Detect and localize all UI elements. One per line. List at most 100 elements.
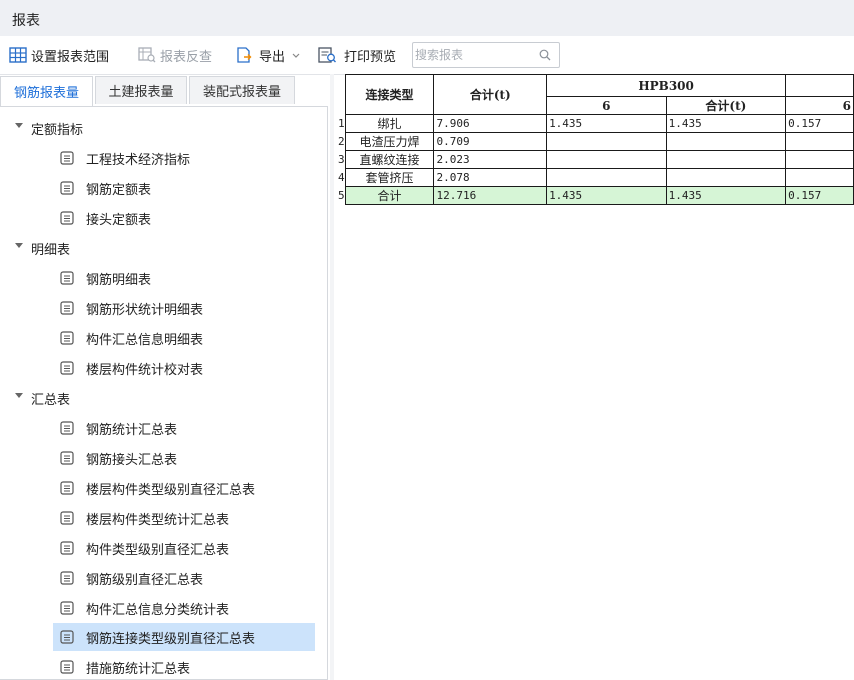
export-button[interactable]: 导出 bbox=[235, 36, 305, 74]
search-icon[interactable] bbox=[539, 49, 551, 61]
set-report-range-button[interactable]: 设置报表范围 bbox=[9, 36, 109, 74]
report-tree: 定额指标 工程技术经济指标 钢筋定额表 接头定额表 明细表 钢筋明细表 钢筋形状… bbox=[0, 106, 328, 680]
tree-item[interactable]: 构件类型级别直径汇总表 bbox=[0, 534, 326, 562]
tree-item-label: 楼层构件类型级别直径汇总表 bbox=[86, 482, 256, 498]
list-doc-icon bbox=[60, 511, 74, 525]
table-row[interactable]: 3 直螺纹连接 2.023 bbox=[336, 150, 854, 169]
tree-item-label: 钢筋统计汇总表 bbox=[86, 422, 178, 438]
caret-down-icon[interactable] bbox=[15, 243, 23, 248]
cell-hpb300-total[interactable] bbox=[665, 168, 787, 187]
header-connection-type: 连接类型 bbox=[344, 74, 435, 115]
cell-next-6[interactable] bbox=[785, 150, 854, 169]
cell-hpb300-6[interactable]: 1.435 bbox=[546, 186, 667, 205]
cell-hpb300-6[interactable]: 1.435 bbox=[546, 114, 667, 133]
tree-item[interactable]: 钢筋形状统计明细表 bbox=[0, 294, 326, 322]
report-table: 连接类型 合计(t) HPB300 6 合计(t) 6 1 绑扎 7.906 1… bbox=[336, 74, 854, 205]
header-next-group bbox=[785, 74, 854, 97]
print-preview-button[interactable]: 打印预览 bbox=[318, 36, 396, 74]
cell-hpb300-total[interactable]: 1.435 bbox=[665, 114, 787, 133]
header-diameter-6-next: 6 bbox=[785, 96, 854, 115]
cell-next-6[interactable]: 0.157 bbox=[785, 114, 854, 133]
title-bar: 报表 bbox=[0, 0, 854, 37]
grid-icon bbox=[9, 47, 27, 63]
tree-item-label: 钢筋定额表 bbox=[86, 182, 152, 198]
tab-rebar-report[interactable]: 钢筋报表量 bbox=[0, 76, 93, 106]
cell-total[interactable]: 12.716 bbox=[433, 186, 548, 205]
report-grid: 连接类型 合计(t) HPB300 6 合计(t) 6 1 绑扎 7.906 1… bbox=[336, 74, 854, 205]
panel-splitter[interactable] bbox=[330, 74, 334, 680]
tree-item[interactable]: 构件汇总信息明细表 bbox=[0, 324, 326, 352]
tree-item[interactable]: 构件汇总信息分类统计表 bbox=[0, 594, 326, 622]
tree-item[interactable]: 楼层构件统计校对表 bbox=[0, 354, 326, 382]
tree-item-selected[interactable]: 钢筋连接类型级别直径汇总表 bbox=[53, 623, 315, 651]
cell-hpb300-total[interactable] bbox=[665, 132, 787, 151]
tree-item[interactable]: 钢筋级别直径汇总表 bbox=[0, 564, 326, 592]
cell-total[interactable]: 2.023 bbox=[433, 150, 548, 169]
tree-item[interactable]: 楼层构件类型级别直径汇总表 bbox=[0, 474, 326, 502]
tree-item[interactable]: 工程技术经济指标 bbox=[0, 144, 326, 172]
cell-total[interactable]: 0.709 bbox=[433, 132, 548, 151]
table-total-row[interactable]: 5 合计 12.716 1.435 1.435 0.157 bbox=[336, 186, 854, 205]
caret-down-icon[interactable] bbox=[15, 123, 23, 128]
table-row[interactable]: 4 套管挤压 2.078 bbox=[336, 168, 854, 187]
cell-connection-type[interactable]: 套管挤压 bbox=[344, 168, 435, 187]
list-doc-icon bbox=[60, 451, 74, 465]
list-doc-icon bbox=[60, 481, 74, 495]
tree-item[interactable]: 楼层构件类型统计汇总表 bbox=[0, 504, 326, 532]
cell-connection-type[interactable]: 合计 bbox=[344, 186, 435, 205]
report-reverse-check-button[interactable]: 报表反查 bbox=[138, 36, 212, 74]
tree-item[interactable]: 接头定额表 bbox=[0, 204, 326, 232]
tree-item[interactable]: 钢筋定额表 bbox=[0, 174, 326, 202]
tree-group-quota-indicators[interactable]: 定额指标 bbox=[0, 114, 326, 142]
cell-connection-type[interactable]: 直螺纹连接 bbox=[344, 150, 435, 169]
list-doc-icon bbox=[60, 630, 74, 644]
table-row[interactable]: 2 电渣压力焊 0.709 bbox=[336, 132, 854, 151]
tree-item-label: 楼层构件类型统计汇总表 bbox=[86, 512, 230, 528]
tab-civil-report[interactable]: 土建报表量 bbox=[95, 76, 187, 104]
list-doc-icon bbox=[60, 571, 74, 585]
cell-connection-type[interactable]: 绑扎 bbox=[344, 114, 435, 133]
tree-item[interactable]: 钢筋统计汇总表 bbox=[0, 414, 326, 442]
report-search-input[interactable] bbox=[415, 45, 527, 65]
report-type-tabs: 钢筋报表量 土建报表量 装配式报表量 bbox=[0, 76, 330, 106]
cell-connection-type[interactable]: 电渣压力焊 bbox=[344, 132, 435, 151]
cell-hpb300-6[interactable] bbox=[546, 132, 667, 151]
row-number: 2 bbox=[336, 132, 346, 151]
list-doc-icon bbox=[60, 421, 74, 435]
report-reverse-check-label: 报表反查 bbox=[160, 49, 213, 65]
tree-item-label: 构件汇总信息明细表 bbox=[86, 332, 204, 348]
row-number: 5 bbox=[336, 186, 346, 205]
print-preview-icon bbox=[318, 47, 336, 63]
cell-next-6[interactable]: 0.157 bbox=[785, 186, 854, 205]
tree-item-label: 钢筋形状统计明细表 bbox=[86, 302, 204, 318]
cell-next-6[interactable] bbox=[785, 168, 854, 187]
tab-prefab-report[interactable]: 装配式报表量 bbox=[189, 76, 295, 104]
cell-hpb300-total[interactable]: 1.435 bbox=[665, 186, 787, 205]
row-number-header bbox=[336, 74, 346, 115]
caret-down-icon[interactable] bbox=[15, 393, 23, 398]
list-doc-icon bbox=[60, 211, 74, 225]
cell-hpb300-total[interactable] bbox=[665, 150, 787, 169]
list-doc-icon bbox=[60, 181, 74, 195]
cell-hpb300-6[interactable] bbox=[546, 150, 667, 169]
cell-next-6[interactable] bbox=[785, 132, 854, 151]
export-icon bbox=[237, 47, 252, 63]
table-search-icon bbox=[138, 47, 156, 63]
tree-item[interactable]: 钢筋明细表 bbox=[0, 264, 326, 292]
list-doc-icon bbox=[60, 601, 74, 615]
tree-group-detail-tables[interactable]: 明细表 bbox=[0, 234, 326, 262]
tree-item[interactable]: 措施筋统计汇总表 bbox=[0, 653, 326, 679]
tree-item-label: 构件汇总信息分类统计表 bbox=[86, 602, 230, 618]
cell-total[interactable]: 7.906 bbox=[433, 114, 548, 133]
toolbar: 设置报表范围 报表反查 导出 打印预览 bbox=[0, 36, 854, 75]
tree-item[interactable]: 钢筋接头汇总表 bbox=[0, 444, 326, 472]
cell-total[interactable]: 2.078 bbox=[433, 168, 548, 187]
report-search-box[interactable] bbox=[412, 42, 560, 68]
tree-item-label: 钢筋连接类型级别直径汇总表 bbox=[86, 631, 256, 647]
table-row[interactable]: 1 绑扎 7.906 1.435 1.435 0.157 bbox=[336, 114, 854, 133]
header-hpb300: HPB300 bbox=[546, 74, 787, 97]
cell-hpb300-6[interactable] bbox=[546, 168, 667, 187]
tree-group-summary-tables[interactable]: 汇总表 bbox=[0, 384, 326, 412]
header-diameter-6: 6 bbox=[546, 96, 667, 115]
list-doc-icon bbox=[60, 271, 74, 285]
